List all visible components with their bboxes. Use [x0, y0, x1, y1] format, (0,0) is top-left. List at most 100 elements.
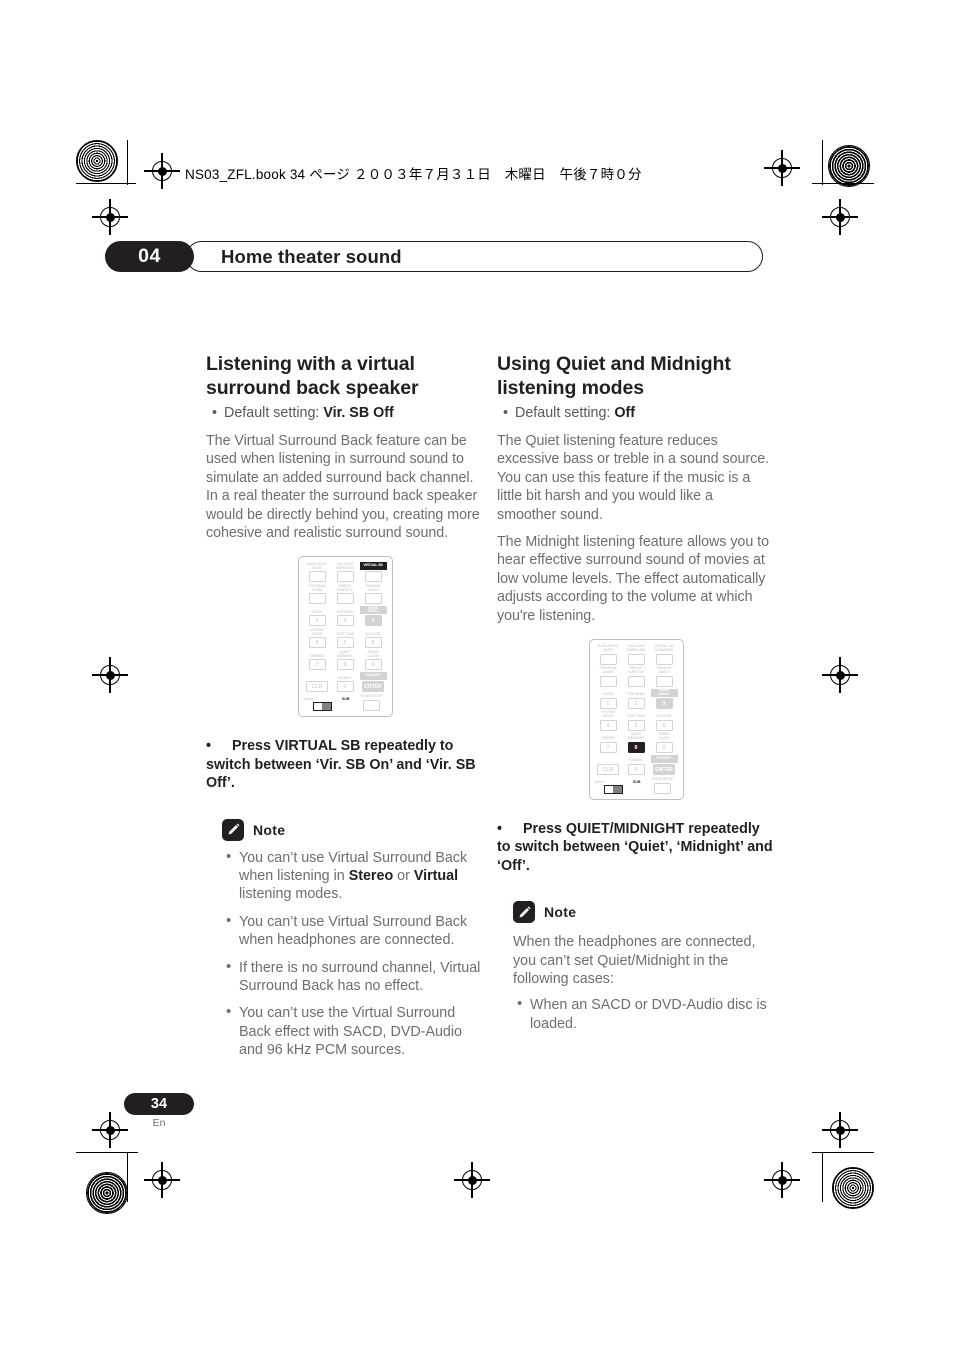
remote-key-button[interactable]: ENTER	[653, 764, 675, 776]
right-paragraph-1: The Quiet listening feature reduces exce…	[497, 433, 770, 523]
remote-key[interactable]: TIMER/CLOCK 9	[651, 732, 678, 754]
remote-key[interactable]: BASS MODE MUTE	[595, 644, 622, 666]
remote-key-button[interactable]: 6	[655, 720, 673, 732]
remote-key[interactable]: FOLDER– 0	[332, 672, 359, 693]
switch-track[interactable]	[603, 784, 623, 794]
remote-key-button[interactable]: 0	[336, 681, 354, 693]
room-setup-label: ROOM SETUP	[651, 777, 674, 782]
remote-key[interactable]: DIALOGUE SURROUND	[623, 644, 650, 666]
remote-key[interactable]: PROGRAM AUDIO	[304, 583, 331, 605]
crop-mark-bottom-left-h	[76, 1152, 138, 1154]
remote-key-button[interactable]	[364, 571, 382, 583]
remote-key-button[interactable]: 9	[655, 742, 673, 754]
book-file-header: NS03_ZFL.book 34 ページ ２００３年７月３１日 木曜日 午後７時…	[185, 167, 642, 182]
registration-target-right-lower	[822, 1112, 858, 1148]
remote-key-button[interactable]: 1	[599, 698, 617, 710]
remote-key-button[interactable]	[599, 654, 617, 666]
remote-key-button[interactable]: 3	[655, 698, 673, 710]
remote-key-button[interactable]: 1	[308, 615, 326, 627]
remote-key[interactable]: BASS MODE MUTE	[304, 562, 331, 583]
room-setup-button[interactable]	[654, 782, 671, 794]
remote-key-button[interactable]: CLR	[306, 681, 328, 693]
remote-key-button[interactable]: 2	[336, 615, 354, 627]
crop-mark-bottom-left-v	[127, 1152, 129, 1202]
remote-key[interactable]: SYSTEM SETUP 4	[304, 628, 331, 649]
remote-key[interactable]: TOP MENU 2	[332, 606, 359, 627]
switch-track[interactable]	[312, 702, 332, 712]
room-setup-key[interactable]: ROOM SETUP	[357, 695, 387, 712]
remote-key-button[interactable]: ENTER	[362, 681, 384, 693]
remote-key-button[interactable]: 8	[336, 659, 354, 671]
remote-key-button[interactable]: 3	[364, 615, 382, 627]
remote-key[interactable]: TEST TONE 5	[623, 711, 650, 732]
remote-key[interactable]: DIMMER 7	[304, 650, 331, 671]
remote-control-figure-virtual-sb: BASS MODE MUTE DIALOGUE SURROUND VIRTUAL SB P…	[297, 556, 393, 718]
remote-key[interactable]: QUIET/MIDNIGHT 8	[332, 650, 359, 671]
remote-key-button[interactable]: 7	[599, 742, 617, 754]
remote-key[interactable]: PROGRAM AUDIO	[595, 666, 622, 688]
remote-key-button[interactable]: 5	[336, 637, 354, 649]
remote-key-button[interactable]: 2	[627, 698, 645, 710]
room-setup-key[interactable]: ROOM SETUP	[648, 777, 678, 794]
remote-key[interactable]: CLR	[595, 755, 622, 776]
right-default-setting: Default setting: Off	[497, 404, 775, 423]
remote-key[interactable]: REPEAT SUBTITLE	[623, 666, 650, 688]
remote-key-button[interactable]	[627, 654, 645, 666]
remote-key-button[interactable]	[308, 593, 326, 605]
left-paragraph-1: The Virtual Surround Back feature can be…	[206, 433, 480, 542]
remote-key-label: TIMER/CLOCK	[367, 649, 379, 658]
remote-key[interactable]: CH LEVEL 6	[651, 711, 678, 732]
remote-button-row: PROGRAM AUDIO REPEAT SUBTITLE RANDOM ANGLE	[595, 666, 678, 688]
remote-key[interactable]: CLR	[304, 672, 331, 693]
chapter-header: 04 Home theater sound	[105, 241, 763, 272]
remote-key-button[interactable]	[599, 676, 617, 688]
remote-key[interactable]: ZOOM 1	[304, 606, 331, 627]
remote-key[interactable]: TOP MENU 2	[623, 689, 650, 710]
switch-label-main: MAIN	[303, 697, 313, 702]
remote-key-button[interactable]: 9	[364, 659, 382, 671]
remote-key-button[interactable]	[308, 571, 326, 583]
remote-key[interactable]: FOLDER+ ENTER	[650, 755, 678, 776]
remote-key-button[interactable]	[655, 676, 673, 688]
remote-key[interactable]: CH LEVEL 6	[360, 628, 387, 649]
remote-key-button[interactable]: 4	[308, 637, 326, 649]
remote-key-button[interactable]: 7	[308, 659, 326, 671]
remote-key-button[interactable]	[364, 593, 382, 605]
remote-key-button[interactable]	[627, 676, 645, 688]
remote-key-button[interactable]	[655, 654, 673, 666]
remote-key[interactable]: TEST TONE 5	[332, 628, 359, 649]
remote-key-button[interactable]: 6	[364, 637, 382, 649]
remote-key-button[interactable]: CLR	[597, 764, 619, 776]
remote-key[interactable]: HOME MENU 3	[650, 688, 678, 710]
remote-button-row: BASS MODE MUTE DIALOGUE SURROUND VIRTUAL SB A…	[595, 644, 678, 666]
remote-key[interactable]: QUIET/MIDNIGHT 8	[623, 732, 650, 754]
remote-key[interactable]: SYSTEM SETUP 4	[595, 710, 622, 732]
remote-key[interactable]: FOLDER+ ENTER	[359, 672, 387, 693]
remote-key[interactable]: RANDOM ANGLE	[651, 666, 678, 688]
remote-key[interactable]: VIRTUAL SB	[359, 562, 387, 583]
main-sub-switch[interactable]: MAIN SUB	[595, 780, 647, 794]
remote-key[interactable]: FOLDER– 0	[623, 755, 650, 776]
room-setup-button[interactable]	[363, 700, 380, 712]
remote-key-button[interactable]: 4	[599, 720, 617, 732]
remote-key[interactable]: HOME MENU 3	[359, 606, 387, 627]
main-sub-switch[interactable]: MAIN SUB	[303, 697, 356, 712]
remote-key-button[interactable]: 5	[627, 720, 645, 732]
remote-key[interactable]: DIALOGUE SURROUND	[332, 562, 359, 583]
remote-key-label: CH LEVEL	[656, 714, 672, 719]
switch-label-main: MAIN	[594, 779, 604, 784]
remote-key[interactable]: RANDOM ANGLE	[360, 584, 387, 605]
remote-key-label: PROGRAM AUDIO	[308, 583, 326, 592]
remote-key-button[interactable]	[336, 571, 354, 583]
remote-key-label: ZOOM	[312, 609, 322, 614]
remote-key[interactable]: REPEAT SUBTITLE	[332, 584, 359, 605]
remote-key-button[interactable]: 0	[627, 764, 645, 776]
registration-target-left-lower	[92, 1112, 128, 1148]
remote-key-button[interactable]	[336, 593, 354, 605]
remote-key[interactable]: ZOOM 1	[595, 689, 622, 710]
right-paragraph-2: The Midnight listening feature allows yo…	[497, 534, 769, 624]
remote-key[interactable]: DIMMER 7	[595, 733, 622, 754]
remote-key[interactable]: VIRTUAL SB ADVANCED	[651, 644, 678, 666]
remote-key-button[interactable]: 8	[627, 742, 645, 754]
remote-key[interactable]: TIMER/CLOCK 9	[360, 649, 387, 671]
